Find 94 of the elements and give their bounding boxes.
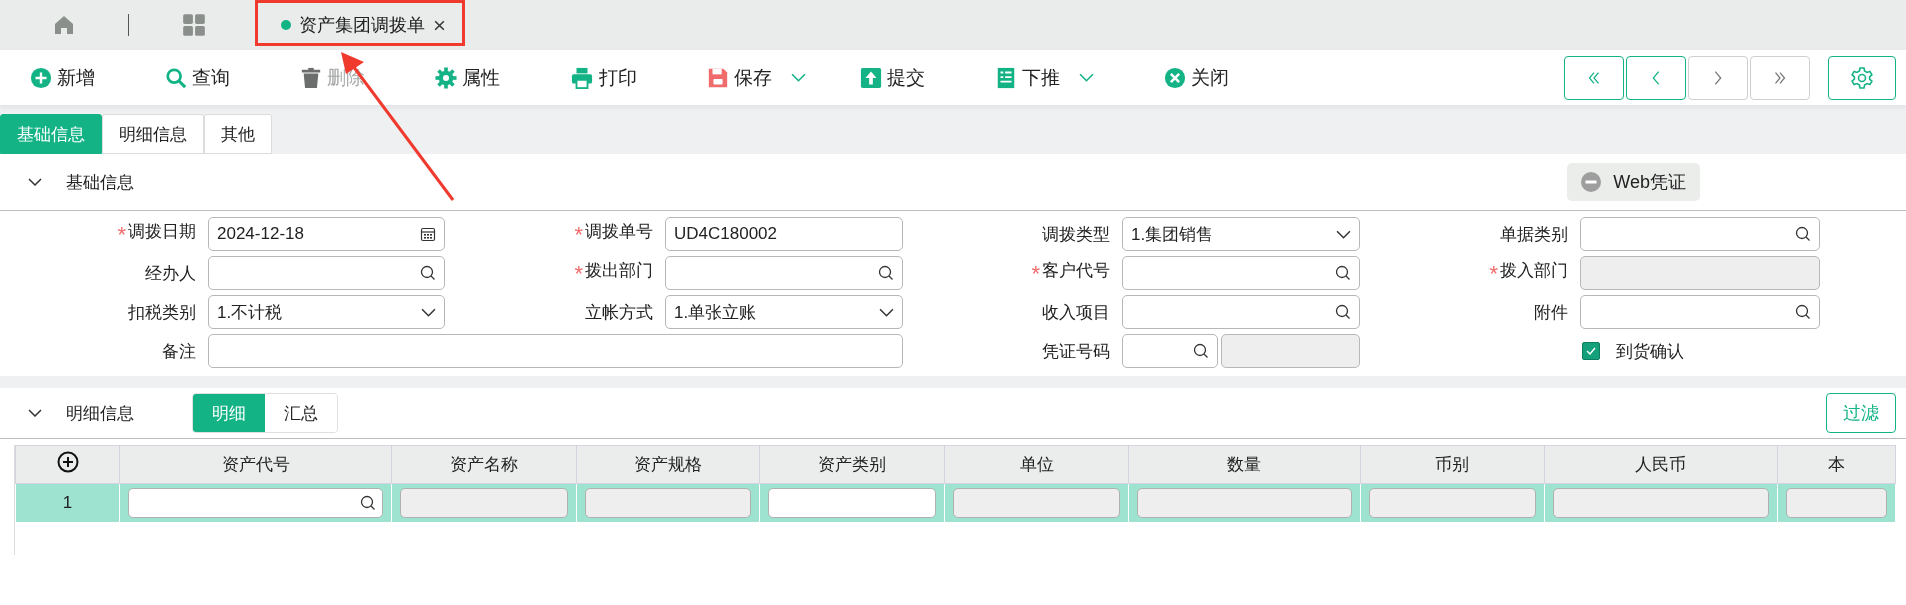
search-icon bbox=[878, 265, 894, 281]
column-header: 资产类别 bbox=[759, 445, 945, 484]
required-mark: * bbox=[574, 222, 583, 247]
field-label: 扣税类别 bbox=[128, 302, 196, 322]
caret-icon bbox=[1336, 229, 1351, 239]
field-label: 凭证号码 bbox=[1042, 341, 1110, 361]
column-header: 本 bbox=[1777, 445, 1896, 484]
column-header: 资产名称 bbox=[391, 445, 577, 484]
pager-button[interactable] bbox=[1626, 55, 1686, 100]
dropdown[interactable]: 1.不计税 bbox=[208, 295, 445, 329]
caret-icon bbox=[1079, 73, 1094, 82]
lookup-field[interactable] bbox=[1122, 334, 1218, 368]
field-label: 经办人 bbox=[145, 263, 196, 283]
minus-circle-icon bbox=[1581, 172, 1602, 192]
lookup-field[interactable] bbox=[1580, 295, 1820, 329]
section-title: 明细信息 bbox=[66, 402, 134, 425]
field-label: 客户代号 bbox=[1042, 261, 1110, 280]
home-icon[interactable] bbox=[52, 13, 76, 37]
field-label: 单据类别 bbox=[1500, 224, 1568, 244]
close-circle-icon bbox=[1164, 66, 1186, 89]
upload-icon bbox=[860, 66, 882, 89]
toolbar-button[interactable]: 关闭 bbox=[1164, 64, 1229, 91]
gear-icon bbox=[435, 66, 457, 89]
required-mark: * bbox=[574, 261, 583, 286]
calendar-icon bbox=[420, 226, 436, 242]
grid-icon[interactable] bbox=[181, 12, 207, 38]
column-header: 单位 bbox=[944, 445, 1129, 484]
chevron-icon[interactable] bbox=[28, 178, 42, 186]
toolbar-button[interactable]: 保存 bbox=[707, 64, 806, 91]
search-icon bbox=[1335, 265, 1351, 281]
toolbar-button[interactable]: 查询 bbox=[165, 64, 230, 91]
close-icon[interactable] bbox=[433, 18, 446, 32]
caret-icon bbox=[421, 307, 436, 317]
lookup-field[interactable] bbox=[128, 488, 384, 518]
lookup-field[interactable] bbox=[665, 256, 903, 290]
input-field[interactable]: UD4C180002 bbox=[665, 217, 903, 251]
tab[interactable]: 明细信息 bbox=[102, 114, 204, 154]
column-header: 资产规格 bbox=[577, 445, 760, 484]
search-icon bbox=[1193, 343, 1209, 359]
column-header: 资产代号 bbox=[119, 445, 392, 484]
input-field[interactable] bbox=[767, 488, 936, 518]
checkmark-icon bbox=[1585, 345, 1597, 357]
field-label: 备注 bbox=[162, 341, 196, 361]
caret-icon bbox=[791, 73, 806, 82]
search-icon bbox=[360, 495, 377, 511]
toolbar-button[interactable]: 打印 bbox=[570, 64, 637, 91]
search-icon bbox=[165, 66, 187, 89]
field-label: 收入项目 bbox=[1042, 302, 1110, 322]
required-mark: * bbox=[1489, 261, 1498, 286]
field-label: 立帐方式 bbox=[585, 302, 653, 322]
document-icon bbox=[995, 66, 1017, 89]
column-header: 币别 bbox=[1360, 445, 1545, 484]
field-label: 调拨单号 bbox=[585, 222, 653, 241]
search-icon bbox=[1335, 304, 1351, 320]
toolbar-button[interactable]: 提交 bbox=[860, 64, 925, 91]
checkbox[interactable] bbox=[1582, 342, 1600, 360]
pager-button[interactable] bbox=[1564, 55, 1624, 100]
search-icon bbox=[1795, 304, 1811, 320]
printer-icon bbox=[570, 66, 594, 89]
field-label: 调拨日期 bbox=[128, 222, 196, 241]
caret-icon bbox=[879, 307, 894, 317]
lookup-field[interactable] bbox=[1580, 217, 1820, 251]
document-tab[interactable]: 资产集团调拨单 bbox=[269, 5, 458, 45]
dropdown[interactable]: 1.单张立账 bbox=[665, 295, 903, 329]
field-label: 拨入部门 bbox=[1500, 261, 1568, 280]
field-label: 拨出部门 bbox=[585, 261, 653, 280]
required-mark: * bbox=[117, 222, 126, 247]
section-title: 基础信息 bbox=[66, 171, 134, 194]
column-header: 人民币 bbox=[1544, 445, 1778, 484]
lookup-field[interactable] bbox=[208, 256, 445, 290]
column-header: 数量 bbox=[1128, 445, 1361, 484]
search-icon bbox=[420, 265, 436, 281]
search-icon bbox=[1795, 226, 1811, 242]
toolbar-button[interactable]: 新增 bbox=[30, 64, 95, 91]
add-row-icon[interactable] bbox=[56, 451, 79, 473]
dropdown[interactable]: 1.集团销售 bbox=[1122, 217, 1360, 251]
toolbar-button[interactable]: 属性 bbox=[435, 64, 500, 91]
toolbar-button[interactable]: 下推 bbox=[995, 64, 1094, 91]
plus-icon bbox=[30, 66, 52, 89]
lookup-field[interactable] bbox=[1122, 256, 1360, 290]
input-field[interactable] bbox=[208, 334, 903, 368]
checkbox-label: 到货确认 bbox=[1616, 340, 1684, 363]
row-number: 1 bbox=[15, 483, 120, 522]
tab[interactable]: 其他 bbox=[204, 114, 272, 154]
voucher-button[interactable]: Web凭证 bbox=[1567, 163, 1700, 201]
field-label: 附件 bbox=[1534, 302, 1568, 322]
trash-icon bbox=[300, 66, 322, 89]
lookup-field[interactable] bbox=[1122, 295, 1360, 329]
chevron-icon[interactable] bbox=[28, 409, 42, 417]
settings-button[interactable] bbox=[1828, 55, 1896, 100]
field-label: 调拨类型 bbox=[1042, 224, 1110, 244]
date-field[interactable]: 2024-12-18 bbox=[208, 217, 445, 251]
settings-icon bbox=[1850, 65, 1874, 90]
required-mark: * bbox=[1031, 261, 1040, 286]
